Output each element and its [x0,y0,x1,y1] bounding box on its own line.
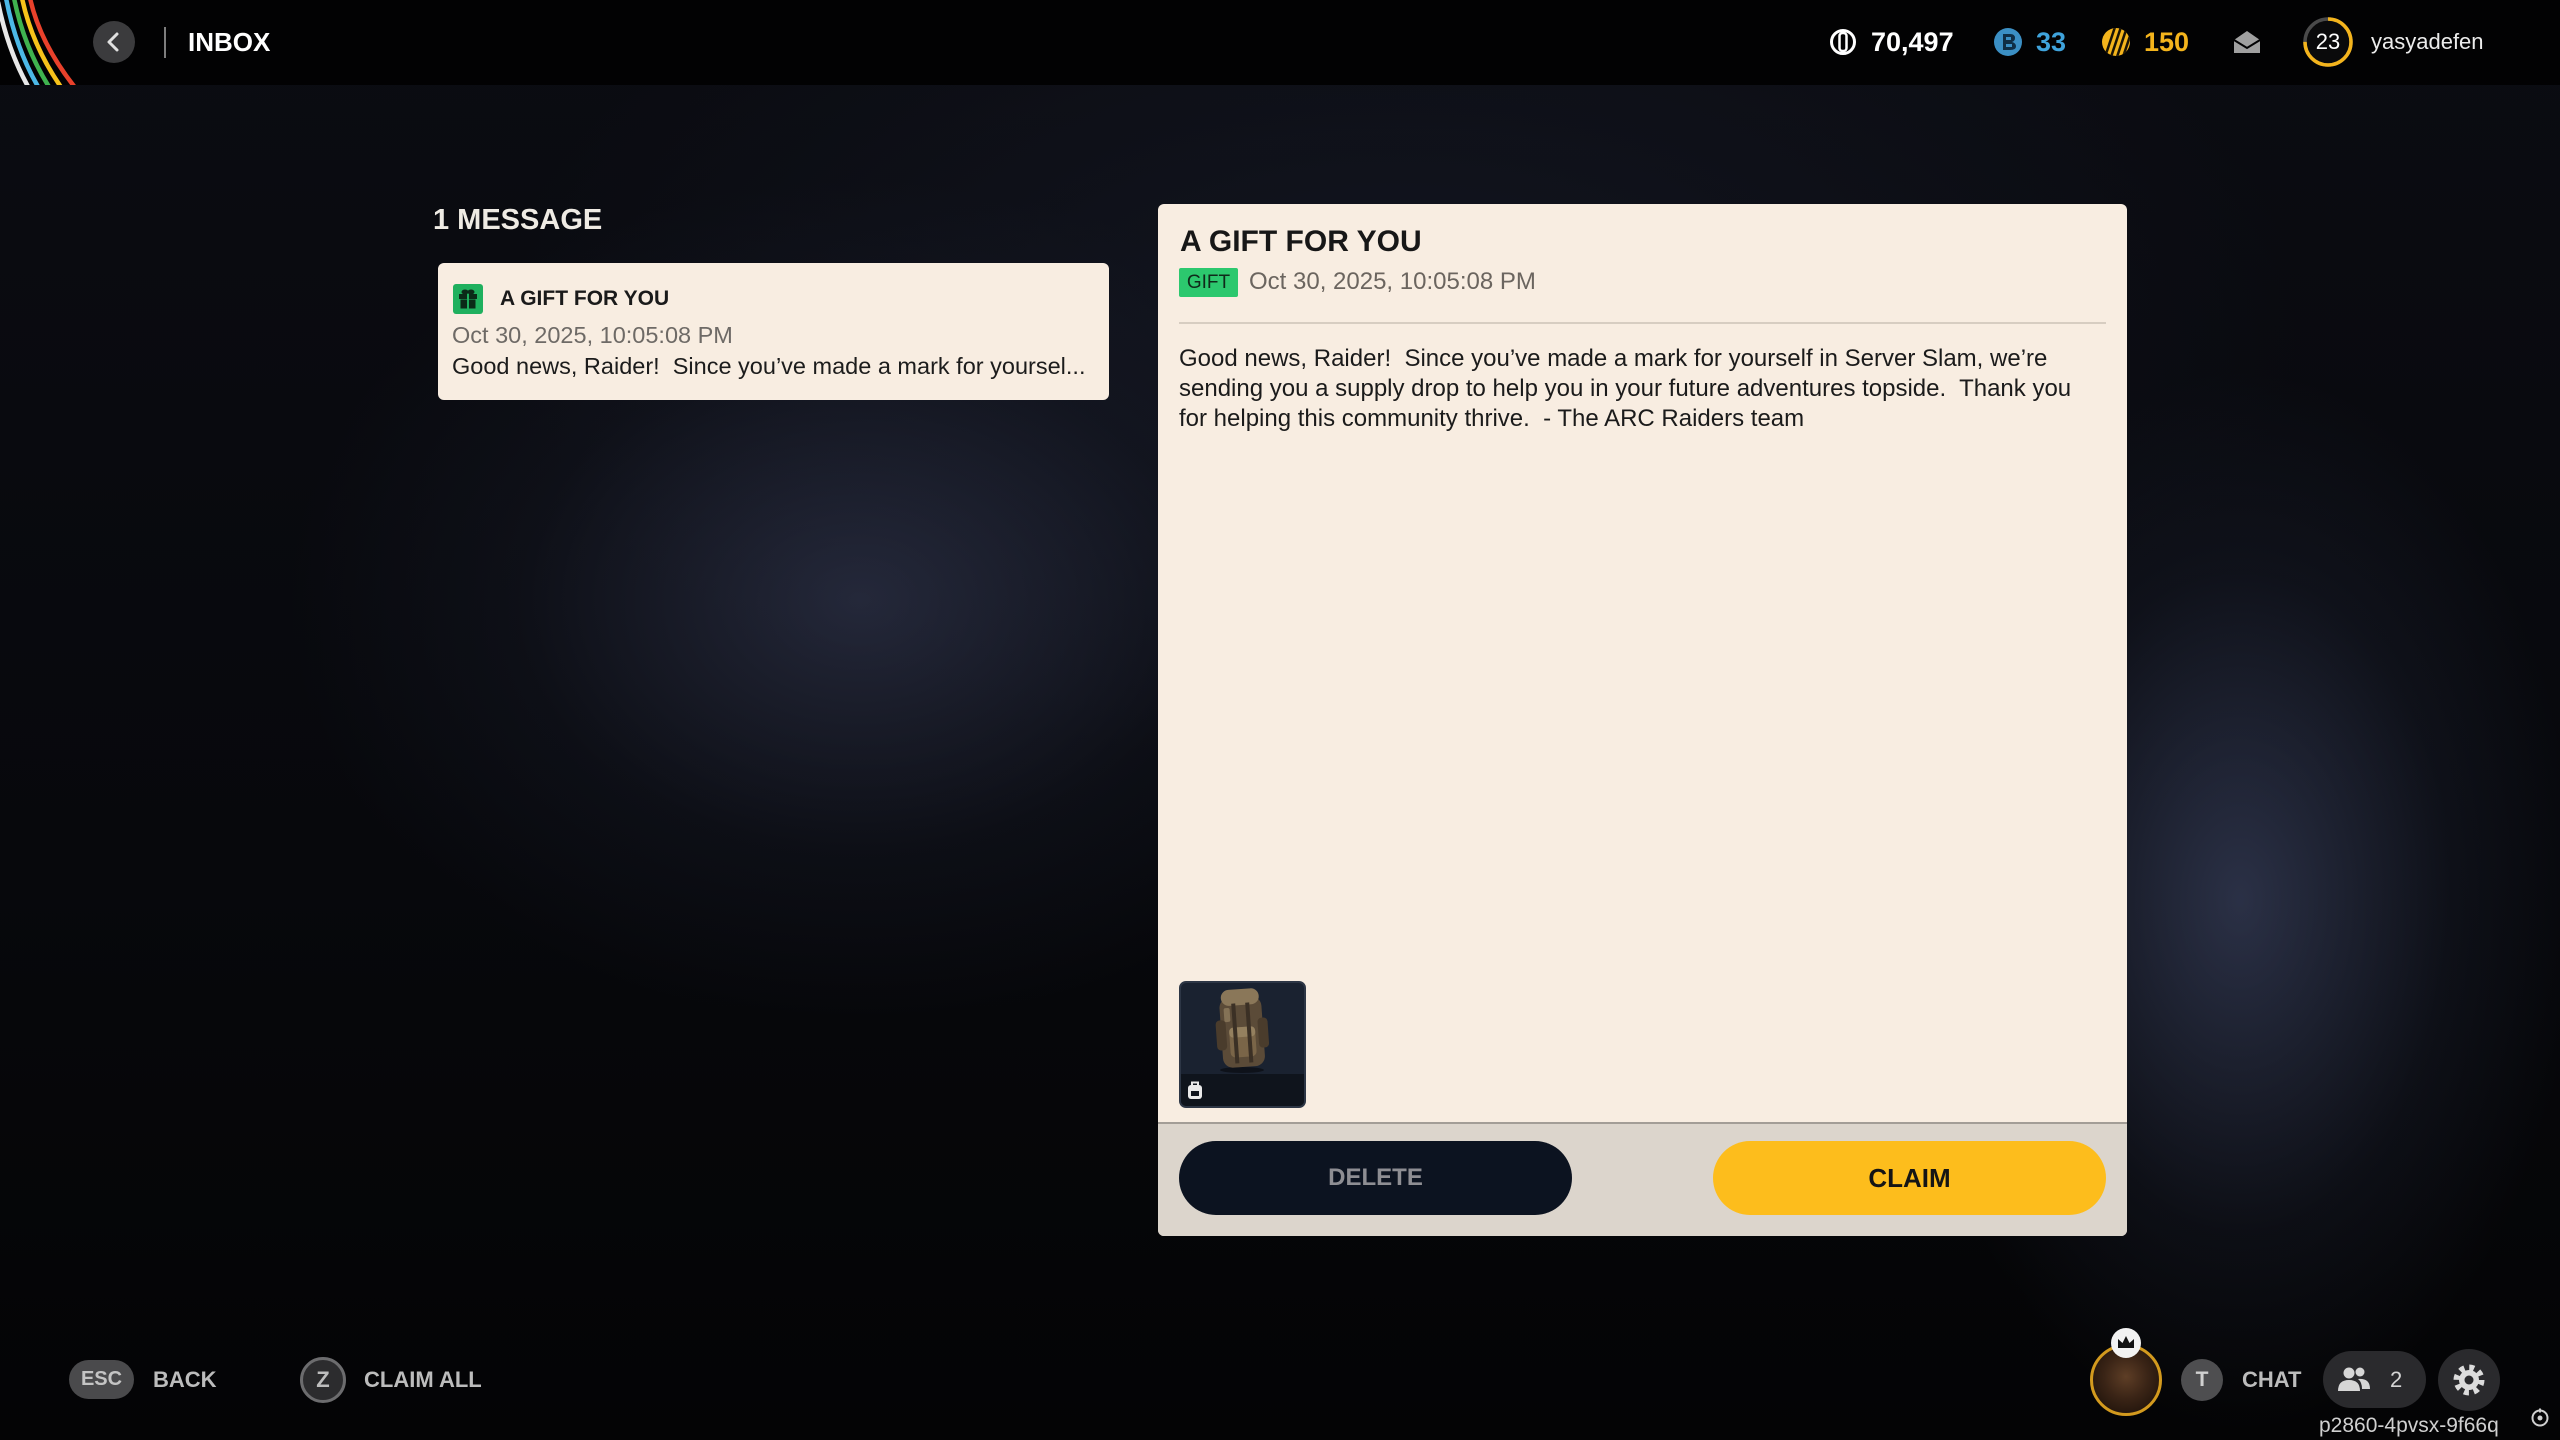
friends-count: 2 [2390,1367,2403,1392]
detail-action-bar: DELETE CLAIM [1158,1122,2127,1236]
message-list-item[interactable]: A GIFT FOR YOU Oct 30, 2025, 10:05:08 PM… [438,263,1109,400]
message-date: Oct 30, 2025, 10:05:08 PM [452,322,733,348]
detail-date: Oct 30, 2025, 10:05:08 PM [1249,268,1536,295]
detail-title: A GIFT FOR YOU [1180,225,1422,258]
striped-token-balance: 150 [2144,27,2190,57]
esc-key-hint[interactable]: ESC [69,1360,134,1399]
message-count-heading: 1 MESSAGE [433,204,603,236]
coin-icon [1830,29,1856,55]
mail-icon[interactable] [2232,29,2262,55]
gift-icon [453,284,483,314]
backpack-icon [1215,988,1270,1073]
chevron-left-icon [107,32,119,52]
blue-token-balance: 33 [2036,27,2067,57]
message-title: A GIFT FOR YOU [500,287,670,310]
gift-badge: GIFT [1179,268,1238,297]
gear-icon [2453,1364,2485,1396]
striped-token-icon [2102,28,2130,56]
z-key-hint[interactable]: Z [300,1357,346,1403]
username[interactable]: yasyadefen [2371,30,2484,54]
friends-button[interactable]: 2 [2323,1351,2426,1408]
copy-id-icon[interactable] [2530,1408,2550,1428]
back-prompt[interactable]: BACK [153,1368,217,1392]
message-preview: Good news, Raider! Since you’ve made a m… [452,353,1086,379]
coin-balance: 70,497 [1871,27,1954,57]
detail-divider [1179,322,2106,324]
people-icon [2338,1367,2370,1391]
delete-button[interactable]: DELETE [1179,1141,1572,1215]
chat-prompt[interactable]: CHAT [2242,1368,2301,1392]
blue-token-icon [1994,28,2022,56]
rainbow-stripes-logo-icon [0,0,76,85]
claim-all-prompt[interactable]: CLAIM ALL [364,1368,482,1392]
message-detail-panel: A GIFT FOR YOU GIFT Oct 30, 2025, 10:05:… [1158,204,2127,1236]
settings-button[interactable] [2438,1349,2500,1411]
crown-icon [2111,1328,2141,1358]
reward-item-tile[interactable] [1179,981,1306,1108]
backpack-type-icon [1188,1081,1202,1099]
claim-button[interactable]: CLAIM [1713,1141,2106,1215]
top-bar: INBOX 70,497 33 150 23 yasyadefen [0,0,2560,85]
session-id: p2860-4pvsx-9f66q [2319,1414,2499,1437]
t-key-hint[interactable]: T [2181,1359,2223,1401]
player-level: 23 [2315,29,2341,54]
back-button[interactable] [93,21,135,63]
detail-body: Good news, Raider! Since you’ve made a m… [1179,345,2078,432]
page-title: INBOX [188,27,271,57]
title-divider [164,27,166,58]
